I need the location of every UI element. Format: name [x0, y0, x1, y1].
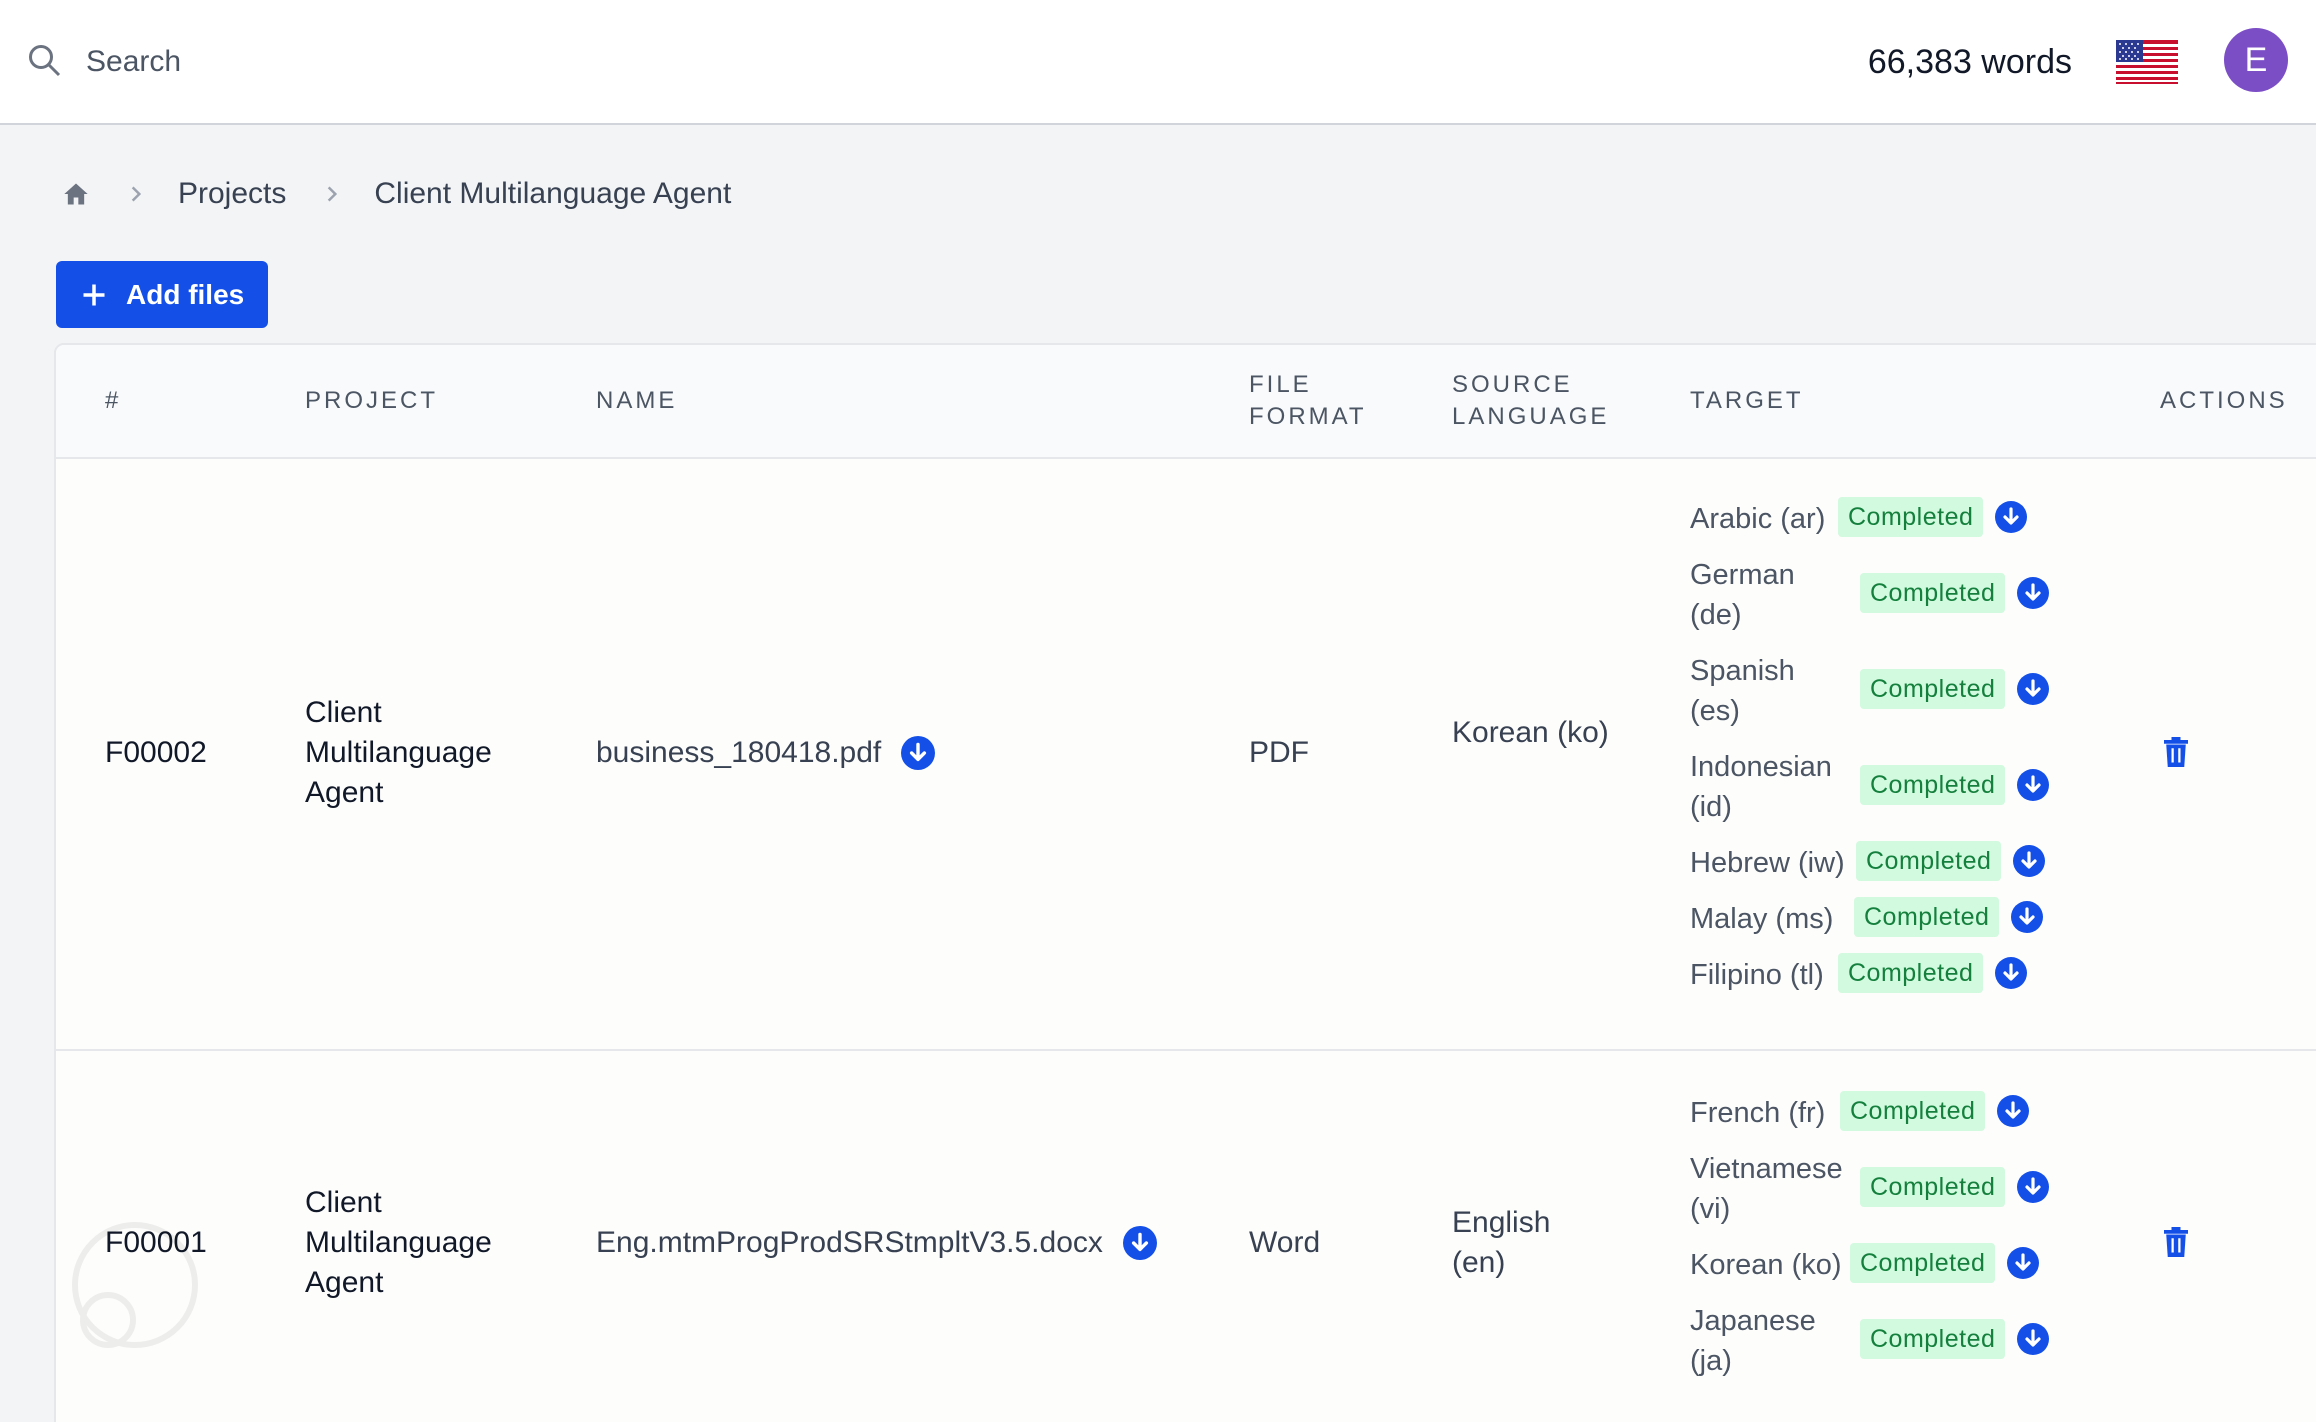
download-icon[interactable]	[901, 736, 936, 770]
status-badge: Completed	[1838, 953, 1984, 993]
breadcrumb: Projects Client Multilanguage Agent	[62, 172, 731, 216]
breadcrumb-projects[interactable]: Projects	[178, 177, 286, 211]
download-icon[interactable]	[2017, 673, 2050, 705]
target-status: Completed	[1860, 1167, 2050, 1207]
top-bar: 66,383 words E	[0, 0, 2316, 125]
target-status: Completed	[1860, 669, 2050, 709]
word-count: 66,383 words	[1867, 43, 2072, 81]
file-name: business_180418.pdf	[596, 733, 936, 773]
status-badge: Completed	[1860, 765, 2006, 805]
source-language: Korean (ko)	[1452, 716, 1609, 749]
header-name: Name	[596, 387, 678, 414]
status-badge: Completed	[1860, 573, 2006, 613]
header-number: #	[105, 387, 122, 414]
target-status: Completed	[1838, 953, 2028, 993]
target-language: Filipino (tl)	[1690, 959, 1824, 991]
header-actions: Actions	[2160, 387, 2288, 414]
project-name: Client Multilanguage Agent	[305, 696, 492, 809]
download-icon[interactable]	[2017, 1323, 2050, 1355]
target-language: Spanish (es)	[1690, 655, 1795, 727]
target-status: Completed	[1840, 1091, 2030, 1131]
download-icon[interactable]	[1995, 501, 2028, 533]
header-project: Project	[305, 387, 439, 414]
target-status: Completed	[1856, 841, 2046, 881]
target-language: Hebrew (iw)	[1690, 847, 1845, 879]
download-icon[interactable]	[1997, 1095, 2030, 1127]
avatar[interactable]: E	[2224, 28, 2288, 92]
target-status: Completed	[1860, 573, 2050, 613]
file-name-text: business_180418.pdf	[596, 736, 882, 769]
header-target: Target	[1690, 387, 1804, 414]
home-icon[interactable]	[62, 180, 90, 208]
delete-icon[interactable]	[2164, 1227, 2188, 1257]
status-badge: Completed	[1860, 1167, 2006, 1207]
target-status: Completed	[1850, 1243, 2040, 1283]
target-language: German (de)	[1690, 559, 1795, 631]
delete-icon[interactable]	[2164, 737, 2188, 767]
download-icon[interactable]	[2017, 1171, 2050, 1203]
download-icon[interactable]	[2017, 577, 2050, 609]
target-language: French (fr)	[1690, 1097, 1826, 1129]
target-status: Completed	[1860, 1319, 2050, 1359]
status-badge: Completed	[1850, 1243, 1996, 1283]
status-badge: Completed	[1838, 497, 1984, 537]
table-header: # Project Name File format Source langua…	[56, 345, 2316, 459]
target-language: Japanese (ja)	[1690, 1305, 1816, 1377]
watermark-logo	[72, 1222, 198, 1348]
file-id: F00002	[105, 736, 207, 769]
target-language: Indonesian (id)	[1690, 751, 1832, 823]
add-files-label: Add files	[126, 278, 245, 310]
header-file-format: File format	[1249, 371, 1367, 430]
target-status: Completed	[1838, 497, 2028, 537]
chevron-right-icon	[131, 186, 142, 202]
status-badge: Completed	[1860, 669, 2006, 709]
status-badge: Completed	[1840, 1091, 1986, 1131]
status-badge: Completed	[1860, 1319, 2006, 1359]
header-source-language: Source language	[1452, 371, 1610, 430]
us-flag-icon[interactable]	[2116, 40, 2178, 84]
target-status: Completed	[1854, 897, 2044, 937]
file-name: Eng.mtmProgProdSRStmpltV3.5.docx	[596, 1223, 1157, 1263]
search-icon	[29, 45, 61, 77]
table-row: F00002 Client Multilanguage Agent busine…	[56, 459, 2316, 1051]
file-format: PDF	[1249, 736, 1309, 769]
target-language: Vietnamese (vi)	[1690, 1153, 1843, 1225]
breadcrumb-current-project[interactable]: Client Multilanguage Agent	[374, 177, 731, 211]
download-icon[interactable]	[1995, 957, 2028, 989]
download-icon[interactable]	[2011, 901, 2044, 933]
file-format: Word	[1249, 1226, 1321, 1259]
target-language: Korean (ko)	[1690, 1249, 1842, 1281]
search-input[interactable]	[86, 38, 786, 86]
status-badge: Completed	[1854, 897, 2000, 937]
plus-icon	[83, 284, 105, 305]
add-files-button[interactable]: Add files	[56, 261, 268, 328]
target-language: Malay (ms)	[1690, 903, 1834, 935]
status-badge: Completed	[1856, 841, 2002, 881]
download-icon[interactable]	[2013, 845, 2046, 877]
download-icon[interactable]	[2007, 1247, 2040, 1279]
download-icon[interactable]	[2017, 769, 2050, 801]
file-name-text: Eng.mtmProgProdSRStmpltV3.5.docx	[596, 1226, 1103, 1259]
chevron-right-icon	[328, 186, 338, 202]
target-status: Completed	[1860, 765, 2050, 805]
source-language: English (en)	[1452, 1206, 1551, 1279]
target-language: Arabic (ar)	[1690, 503, 1826, 535]
download-icon[interactable]	[1122, 1226, 1157, 1260]
